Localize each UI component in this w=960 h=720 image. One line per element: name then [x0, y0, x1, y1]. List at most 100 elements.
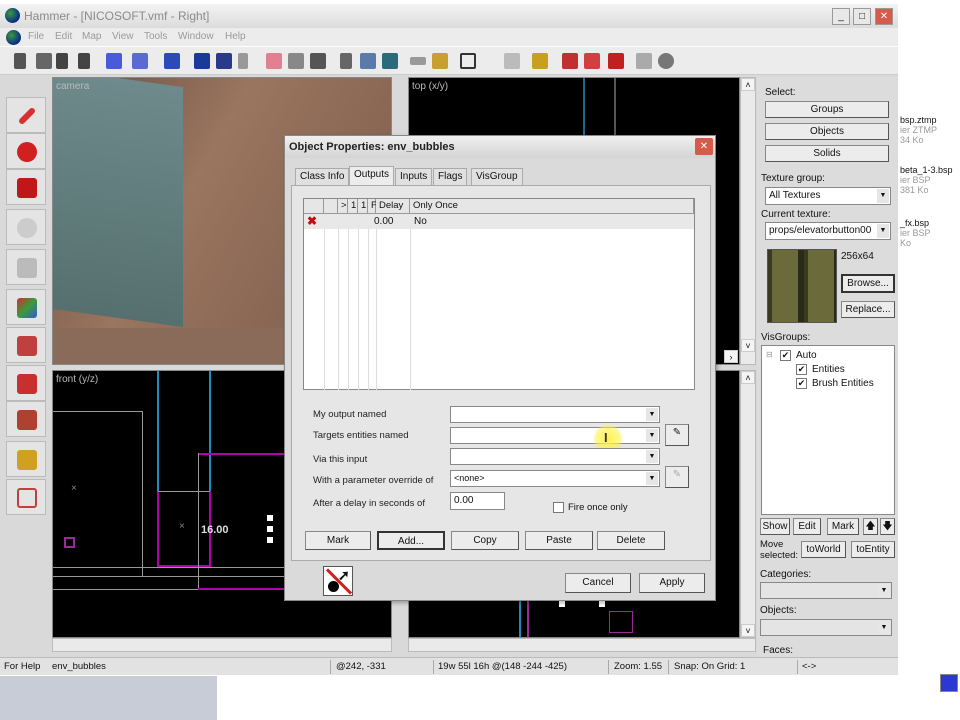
table-row[interactable]: ✖ 0.00 No [304, 214, 694, 229]
visgroup-checkbox-auto[interactable]: ✔ [780, 350, 791, 361]
collapse-icon[interactable]: ⊟ [766, 350, 773, 359]
current-texture-select[interactable]: props/elevatorbutton00 ▼ [765, 222, 891, 240]
param-combo[interactable]: <none> ▼ [450, 470, 660, 487]
delete-button[interactable]: Delete [597, 531, 665, 550]
hollow-icon[interactable] [132, 53, 148, 69]
handle[interactable] [559, 601, 565, 607]
texture-app-icon[interactable] [432, 53, 448, 69]
dialog-close-button[interactable]: ✕ [695, 138, 713, 155]
input-combo[interactable]: ▼ [450, 448, 660, 465]
group-icon[interactable] [164, 53, 180, 69]
move-up-button[interactable]: 🡅 [863, 518, 878, 535]
entity-tool[interactable] [6, 209, 46, 245]
eyedropper-button[interactable]: ✎ [665, 424, 689, 446]
cut-icon[interactable] [340, 53, 352, 69]
copy-icon[interactable] [360, 53, 376, 69]
grid-icon[interactable] [14, 53, 26, 69]
scroll-up-icon[interactable]: ˄ [741, 78, 755, 91]
tab-inputs[interactable]: Inputs [395, 168, 433, 185]
texture-lock-icon[interactable] [410, 57, 426, 65]
output-combo[interactable]: ▼ [450, 406, 660, 423]
flags-icon[interactable] [584, 53, 600, 69]
show-icon[interactable] [288, 53, 304, 69]
move-to-world-icon[interactable] [238, 53, 248, 69]
entity-helper-icon[interactable] [504, 53, 520, 69]
targets-combo[interactable]: ▼ [450, 427, 660, 444]
carve-icon[interactable] [106, 53, 122, 69]
decal-tool[interactable] [6, 365, 46, 401]
grid-toggle-icon[interactable] [36, 53, 52, 69]
file-item[interactable]: bsp.ztmp ier ZTMP 34 Ko [900, 115, 937, 145]
visgroup-checkbox-brush-entities[interactable]: ✔ [796, 378, 807, 389]
menu-map[interactable]: Map [82, 31, 101, 42]
scroll-down-icon[interactable]: ˅ [741, 624, 755, 637]
compile-icon[interactable] [532, 53, 548, 69]
file-item[interactable]: _fx.bsp ier BSP Ko [900, 218, 931, 248]
scroll-right-icon[interactable]: › [724, 350, 738, 363]
selection-tool[interactable] [6, 97, 46, 133]
taskbar-app-icon[interactable] [940, 674, 958, 692]
ungroup-icon[interactable] [194, 53, 210, 69]
tab-outputs[interactable]: Outputs [349, 166, 395, 186]
side-vscrollbar[interactable]: ˄ ˅ [740, 370, 756, 638]
paste-button[interactable]: Paste [525, 531, 593, 550]
menu-help[interactable]: Help [225, 31, 246, 42]
selection-box-icon[interactable] [460, 53, 476, 69]
visgroup-show-button[interactable]: Show [760, 518, 790, 535]
visgroup-icon[interactable] [310, 53, 326, 69]
file-item[interactable]: beta_1-3.bsp ier BSP 381 Ko [900, 165, 953, 195]
texture-tool[interactable] [6, 289, 46, 325]
scroll-down-icon[interactable]: ˅ [741, 339, 755, 352]
tab-class-info[interactable]: Class Info [295, 168, 350, 185]
auto-icon[interactable] [608, 53, 624, 69]
tie-entity-icon[interactable] [216, 53, 232, 69]
menu-tools[interactable]: Tools [144, 31, 167, 42]
to-world-button[interactable]: toWorld [801, 541, 846, 558]
block-tool[interactable] [6, 249, 46, 285]
ab-icon[interactable] [562, 53, 578, 69]
column-only-once[interactable]: Only Once [410, 199, 694, 214]
tab-visgroup[interactable]: VisGroup [471, 168, 523, 185]
mark-button[interactable]: Mark [305, 531, 371, 550]
add-button[interactable]: Add... [377, 531, 445, 550]
overlay-tool[interactable] [6, 401, 46, 437]
select-objects-button[interactable]: Objects [765, 123, 889, 140]
menu-file[interactable]: File [28, 31, 44, 42]
fire-once-checkbox[interactable] [553, 502, 564, 513]
apply-button[interactable]: Apply [639, 573, 705, 593]
select-groups-button[interactable]: Groups [765, 101, 889, 118]
handle[interactable] [599, 601, 605, 607]
move-down-button[interactable]: 🡇 [880, 518, 895, 535]
cancel-button[interactable]: Cancel [565, 573, 631, 593]
top-vscrollbar[interactable]: ˄ ˅ [740, 77, 756, 365]
front-hscrollbar[interactable] [52, 638, 392, 652]
param-eyedropper-button[interactable]: ✎ [665, 466, 689, 488]
camera-tool[interactable] [6, 169, 46, 205]
vertex-tool[interactable] [6, 479, 46, 515]
texture-group-select[interactable]: All Textures ▼ [765, 187, 891, 205]
column-delay[interactable]: Delay [376, 199, 410, 214]
categories-select[interactable]: ▼ [760, 582, 892, 599]
grid-smaller-icon[interactable] [56, 53, 68, 69]
delay-input[interactable]: 0.00 [450, 492, 505, 510]
hide-icon[interactable] [266, 53, 282, 69]
to-entity-button[interactable]: toEntity [851, 541, 895, 558]
menu-view[interactable]: View [112, 31, 134, 42]
replace-button[interactable]: Replace... [841, 301, 895, 318]
tab-flags[interactable]: Flags [433, 168, 468, 185]
scroll-up-icon[interactable]: ˄ [741, 371, 755, 384]
menu-window[interactable]: Window [178, 31, 214, 42]
clip-tool[interactable] [6, 441, 46, 477]
visgroup-mark-button[interactable]: Mark [827, 518, 859, 535]
visgroup-edit-button[interactable]: Edit [793, 518, 821, 535]
objects-select[interactable]: ▼ [760, 619, 892, 636]
grid-larger-icon[interactable] [78, 53, 90, 69]
maximize-button[interactable]: □ [853, 8, 871, 25]
entity-box[interactable] [609, 611, 633, 633]
pointer-icon[interactable] [636, 53, 652, 69]
menu-edit[interactable]: Edit [55, 31, 72, 42]
handle[interactable] [267, 537, 273, 543]
paste-icon[interactable] [382, 53, 398, 69]
copy-button[interactable]: Copy [451, 531, 519, 550]
handle[interactable] [267, 515, 273, 521]
